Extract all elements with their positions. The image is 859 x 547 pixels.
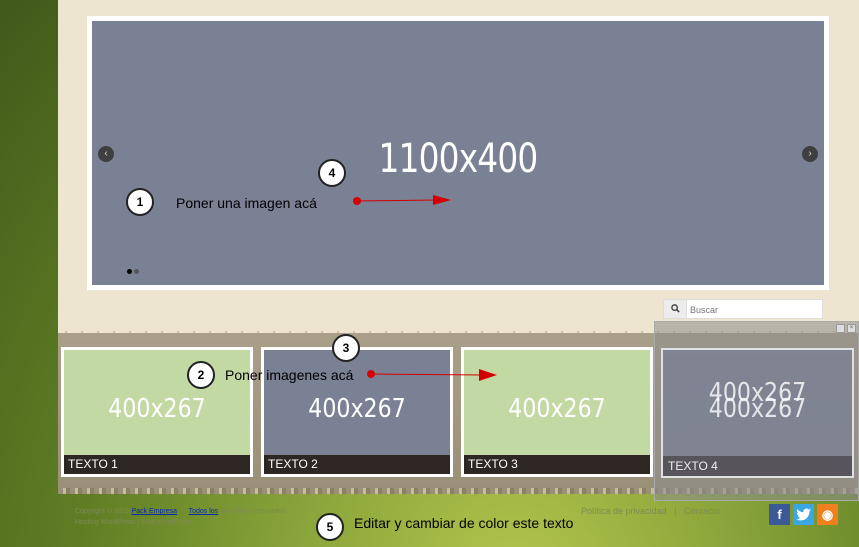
slider-dot-2[interactable] xyxy=(134,269,139,274)
slider-next-arrow-icon[interactable]: › xyxy=(802,146,818,162)
rights-text: derechos reservados xyxy=(220,508,286,515)
close-icon[interactable]: × xyxy=(847,324,856,333)
annotation-badge-2: 2 xyxy=(187,361,215,389)
search-box xyxy=(663,299,823,319)
card-image: 400x267 xyxy=(64,350,250,455)
annotation-badge-3: 3 xyxy=(332,334,360,362)
card-image: 400x267 xyxy=(264,350,450,455)
card-image: 400x267 xyxy=(464,350,650,455)
footer-links: Política de privacidad | Contacto xyxy=(581,506,720,516)
overlay-controls: × xyxy=(836,324,856,333)
search-input[interactable] xyxy=(688,301,822,319)
annotation-badge-4: 4 xyxy=(318,159,346,187)
card-size-label: 400x267 xyxy=(708,394,807,424)
slider-pagination xyxy=(127,269,139,274)
card-size-label: 400x267 xyxy=(508,394,606,424)
card-caption: TEXTO 1 xyxy=(64,455,250,474)
facebook-icon[interactable]: f xyxy=(769,504,790,525)
annotation-note-5: Editar y cambiar de color este texto xyxy=(354,515,574,531)
hosting-text: Hosting WordPress | Web WordPress xyxy=(75,519,192,526)
slider-dot-1[interactable] xyxy=(127,269,132,274)
copyright-text: Copyright © 2015 xyxy=(75,508,130,515)
annotation-note-1: Poner una imagen acá xyxy=(176,195,317,211)
slider-image: 1100x400 ‹ › xyxy=(92,21,824,285)
card-size-label: 400x267 xyxy=(108,394,206,424)
card-caption: TEXTO 3 xyxy=(464,455,650,474)
feature-card-4[interactable]: 400x267 400x267 TEXTO 4 xyxy=(661,348,854,478)
slider-size-label: 1100x400 xyxy=(378,136,539,182)
annotation-note-2: Poner imagenes acá xyxy=(225,367,354,383)
company-link[interactable]: Pack Empresa xyxy=(132,508,178,515)
annotation-badge-1: 1 xyxy=(126,188,154,216)
contact-link[interactable]: Contacto xyxy=(684,506,720,516)
annotation-badge-5: 5 xyxy=(316,513,344,541)
card-caption: TEXTO 4 xyxy=(663,456,852,476)
card-size-label: 400x267 xyxy=(308,394,406,424)
image-slider: 1100x400 ‹ › xyxy=(87,16,829,290)
search-icon[interactable] xyxy=(664,300,687,318)
twitter-icon[interactable] xyxy=(793,504,814,525)
social-icons: f ◉ xyxy=(769,504,838,525)
privacy-link[interactable]: Política de privacidad xyxy=(581,506,667,516)
minimize-icon[interactable] xyxy=(836,324,845,333)
slider-prev-arrow-icon[interactable]: ‹ xyxy=(98,146,114,162)
footer-copyright: Copyright © 2015 Pack Empresa Todos los … xyxy=(75,506,286,528)
footer-separator: | xyxy=(674,506,677,516)
hover-overlay-panel: × 400x267 400x267 TEXTO 4 xyxy=(654,321,859,501)
feature-card-3[interactable]: 400x267 TEXTO 3 xyxy=(461,347,653,477)
rss-icon[interactable]: ◉ xyxy=(817,504,838,525)
rights-link[interactable]: Todos los xyxy=(189,508,219,515)
card-caption: TEXTO 2 xyxy=(264,455,450,474)
